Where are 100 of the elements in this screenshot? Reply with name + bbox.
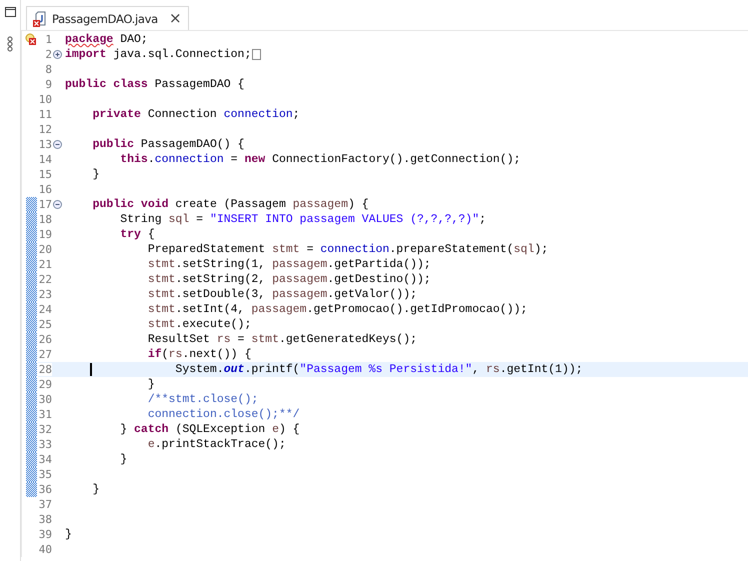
collapse-icon[interactable] <box>53 140 62 149</box>
variable-name: passagem <box>251 303 307 316</box>
code-text: ); <box>534 243 548 256</box>
code-text: PassagemDAO() { <box>140 138 244 151</box>
code-text: System. <box>175 363 224 376</box>
code-text: ) { <box>278 423 300 436</box>
field-name: connection <box>224 108 293 121</box>
code-text: ( <box>162 348 169 361</box>
static-field: out <box>224 363 244 376</box>
code-text: ConnectionFactory().getConnection(); <box>271 153 521 166</box>
line-number: 11 <box>38 108 52 121</box>
line-number: 2 <box>44 48 52 61</box>
keyword: private <box>92 108 141 121</box>
keyword: import <box>65 48 106 61</box>
code-text: } <box>120 423 128 436</box>
line-number: 14 <box>38 153 52 166</box>
line-number: 15 <box>38 168 52 181</box>
code-text: = <box>236 333 246 346</box>
folded-code-icon[interactable] <box>252 49 262 60</box>
variable-name: stmt <box>148 318 176 331</box>
variable-name: passagem <box>272 273 328 286</box>
line-number: 19 <box>38 228 52 241</box>
more-icon[interactable] <box>7 36 13 52</box>
line-number: 32 <box>38 423 52 436</box>
line-number: 13 <box>38 138 52 151</box>
line-number: 39 <box>38 528 52 541</box>
line-number: 16 <box>38 183 52 196</box>
keyword: public class <box>65 78 148 91</box>
variable-name: sql <box>168 213 190 226</box>
line-number: 34 <box>38 453 52 466</box>
code-text: , <box>472 363 480 376</box>
code-text: .prepareStatement( <box>389 243 514 256</box>
line-number: 40 <box>38 543 52 556</box>
restore-icon[interactable] <box>4 7 16 17</box>
keyword: catch <box>134 423 169 436</box>
line-number: 10 <box>38 93 52 106</box>
code-text: ) { <box>348 198 369 211</box>
comment-text: /**stmt.close(); <box>148 393 258 406</box>
field-name: connection <box>154 153 224 166</box>
line-number: 1 <box>44 33 52 46</box>
close-button[interactable]: × <box>168 11 182 26</box>
code-text: .setString(2, <box>175 273 266 286</box>
variable-name: stmt <box>148 258 176 271</box>
line-number: 22 <box>38 273 52 286</box>
line-number: 21 <box>38 258 52 271</box>
code-text: .setInt(4, <box>175 303 246 316</box>
line-number: 9 <box>44 78 52 91</box>
code-text: .getPartida()); <box>327 258 431 271</box>
code-text: java.sql.Connection; <box>112 48 252 61</box>
code-text: ; <box>292 108 300 121</box>
code-text: . <box>148 153 155 166</box>
variable-name: stmt <box>251 333 279 346</box>
code-text: .printf( <box>244 363 300 376</box>
code-text: } <box>65 528 72 541</box>
line-number: 36 <box>38 483 52 496</box>
text-cursor <box>90 363 92 376</box>
code-text: ; <box>479 213 486 226</box>
keyword: if <box>148 348 162 361</box>
keyword: this <box>120 153 148 166</box>
line-number: 8 <box>44 63 52 76</box>
code-text: } <box>92 168 100 181</box>
keyword: try <box>120 228 141 241</box>
keyword: package <box>65 33 114 46</box>
code-text: } <box>148 378 155 391</box>
variable-name: stmt <box>148 273 176 286</box>
line-number: 18 <box>38 213 52 226</box>
variable-name: stmt <box>272 243 300 256</box>
line-number: 25 <box>38 318 52 331</box>
line-number: 24 <box>38 303 52 316</box>
variable-name: passagem <box>292 198 348 211</box>
line-number: 35 <box>38 468 52 481</box>
code-text: create (Passagem <box>174 198 287 211</box>
variable-name: e <box>148 438 155 451</box>
variable-name: sql <box>514 243 534 256</box>
editor-tab[interactable]: PassagemDAO.java × <box>26 6 189 30</box>
line-number: 20 <box>38 243 52 256</box>
line-number: 31 <box>38 408 52 421</box>
string-literal: "INSERT INTO passagem VALUES (?,?,?,?)" <box>210 213 480 226</box>
code-text: String <box>120 213 163 226</box>
code-text: { <box>146 228 155 241</box>
code-text: Connection <box>146 108 218 121</box>
code-text: ResultSet <box>148 333 211 346</box>
code-text: .getGeneratedKeys(); <box>278 333 418 346</box>
comment-text: connection.close();**/ <box>148 408 300 421</box>
code-text: = <box>306 243 314 256</box>
code-text: (SQLException <box>174 423 266 436</box>
code-text: DAO; <box>119 33 148 46</box>
code-text: .next()) { <box>182 348 252 361</box>
collapse-icon[interactable] <box>53 200 62 209</box>
tab-title: PassagemDAO.java <box>52 12 158 26</box>
keyword: public void <box>92 198 169 211</box>
code-text: PassagemDAO { <box>154 78 244 91</box>
code-text: .printStackTrace(); <box>154 438 286 451</box>
line-number: 28 <box>38 363 52 376</box>
string-literal: "Passagem %s Persistida!" <box>300 363 472 376</box>
variable-name: rs <box>216 333 231 346</box>
code-text: .setString(1, <box>175 258 266 271</box>
variable-name: rs <box>168 348 182 361</box>
variable-name: stmt <box>148 303 176 316</box>
expand-icon[interactable] <box>53 50 62 59</box>
